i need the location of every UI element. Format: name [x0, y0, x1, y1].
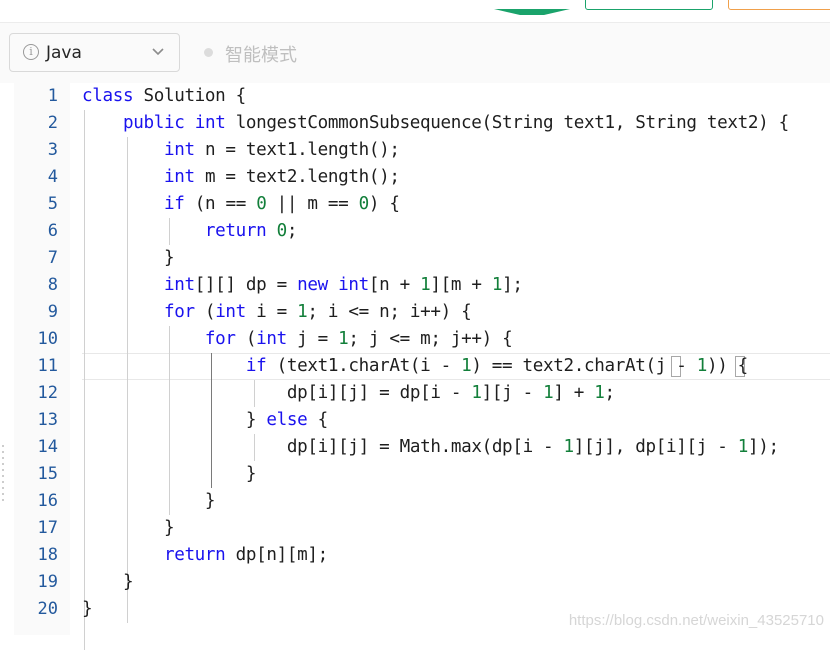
line-number: 3 — [47, 140, 58, 160]
language-select[interactable]: i Java — [9, 33, 180, 72]
code-line[interactable]: int m = text2.length(); — [82, 164, 400, 191]
top-button-green[interactable] — [585, 0, 713, 10]
line-number: 14 — [37, 437, 58, 457]
line-number: 17 — [37, 518, 58, 538]
number-token: 1 — [594, 383, 605, 403]
line-number: 12 — [37, 383, 58, 403]
code-line[interactable]: } else { — [82, 407, 328, 434]
editor-toolbar: i Java 智能模式 — [0, 22, 830, 84]
line-number: 7 — [47, 248, 58, 268]
number-token: 1 — [491, 275, 503, 295]
code-editor[interactable]: 1 2 3 4 5 6 7 8 9 10 11 12 13 14 15 16 17 18 19 20 class So… — [0, 83, 830, 650]
number-token: 1 — [543, 383, 554, 403]
keyword-token: int — [163, 140, 195, 160]
keyword-token: return — [204, 221, 267, 241]
number-token: 1 — [696, 356, 708, 376]
keyword-token: for — [163, 302, 195, 322]
line-number: 16 — [37, 491, 58, 511]
keyword-token: new — [297, 275, 328, 295]
line-number: 20 — [37, 599, 58, 619]
resize-handle[interactable] — [0, 443, 6, 503]
keyword-token: int — [163, 167, 195, 187]
number-token: 1 — [297, 302, 308, 322]
number-token: 1 — [737, 437, 749, 457]
code-line[interactable]: dp[i][j] = Math.max(dp[i - 1][j], dp[i][… — [82, 434, 779, 461]
code-line[interactable]: return 0; — [82, 218, 298, 245]
line-number: 1 — [47, 86, 58, 106]
smart-mode-label: 智能模式 — [225, 45, 297, 66]
code-line[interactable]: public int longestCommonSubsequence(Stri… — [82, 110, 789, 137]
code-line[interactable]: } — [82, 515, 175, 542]
language-label: Java — [46, 43, 82, 63]
line-number: 6 — [47, 221, 58, 241]
code-line[interactable]: } — [82, 569, 134, 596]
code-line[interactable]: class Solution { — [82, 83, 246, 110]
code-line[interactable]: if (text1.charAt(i - 1) == text2.charAt(… — [82, 353, 748, 380]
keyword-token: if — [163, 194, 185, 214]
green-chevron-icon — [494, 0, 570, 15]
code-line[interactable]: dp[i][j] = dp[i - 1][j - 1] + 1; — [82, 380, 615, 407]
line-number: 13 — [37, 410, 58, 430]
number-token: 1 — [420, 275, 431, 295]
code-line[interactable]: for (int i = 1; i <= n; i++) { — [82, 299, 472, 326]
code-line[interactable]: int n = text1.length(); — [82, 137, 400, 164]
line-number: 4 — [47, 167, 58, 187]
keyword-token: int — [194, 113, 226, 133]
keyword-token: class — [82, 86, 134, 106]
line-number: 8 — [47, 275, 58, 295]
keyword-token: if — [245, 356, 267, 376]
keyword-token: for — [204, 329, 236, 349]
keyword-token: else — [266, 410, 308, 430]
top-button-orange[interactable] — [728, 0, 830, 10]
number-token: 1 — [471, 383, 482, 403]
number-token: 1 — [563, 437, 575, 457]
dot-icon — [204, 48, 213, 57]
code-line[interactable]: } — [82, 245, 175, 272]
number-token: 1 — [461, 356, 472, 376]
keyword-token: public — [122, 113, 185, 133]
line-number: 5 — [47, 194, 58, 214]
code-line[interactable]: if (n == 0 || m == 0) { — [82, 191, 400, 218]
top-bar — [0, 0, 830, 22]
line-number: 11 — [37, 356, 58, 376]
code-line[interactable]: } — [82, 488, 216, 515]
number-token: 0 — [256, 194, 267, 214]
line-number: 19 — [37, 572, 58, 592]
line-number: 15 — [37, 464, 58, 484]
number-token: 0 — [276, 221, 288, 241]
keyword-token: int — [338, 275, 369, 295]
code-line[interactable]: } — [82, 461, 257, 488]
keyword-token: int — [215, 302, 246, 322]
keyword-token: int — [256, 329, 287, 349]
code-line[interactable]: for (int j = 1; j <= m; j++) { — [82, 326, 513, 353]
line-number: 18 — [37, 545, 58, 565]
keyword-token: return — [163, 545, 226, 565]
info-circle-icon: i — [23, 44, 39, 60]
line-number: 2 — [47, 113, 58, 133]
number-token: 1 — [338, 329, 349, 349]
watermark: https://blog.csdn.net/weixin_43525710 — [568, 612, 824, 629]
number-token: 0 — [358, 194, 370, 214]
code-line[interactable]: return dp[n][m]; — [82, 542, 328, 569]
line-number: 10 — [37, 329, 58, 349]
code-line[interactable]: } — [82, 596, 93, 623]
chevron-down-icon — [152, 48, 164, 56]
code-line[interactable]: int[][] dp = new int[n + 1][m + 1]; — [82, 272, 523, 299]
line-number: 9 — [47, 302, 58, 322]
keyword-token: int — [163, 275, 195, 295]
